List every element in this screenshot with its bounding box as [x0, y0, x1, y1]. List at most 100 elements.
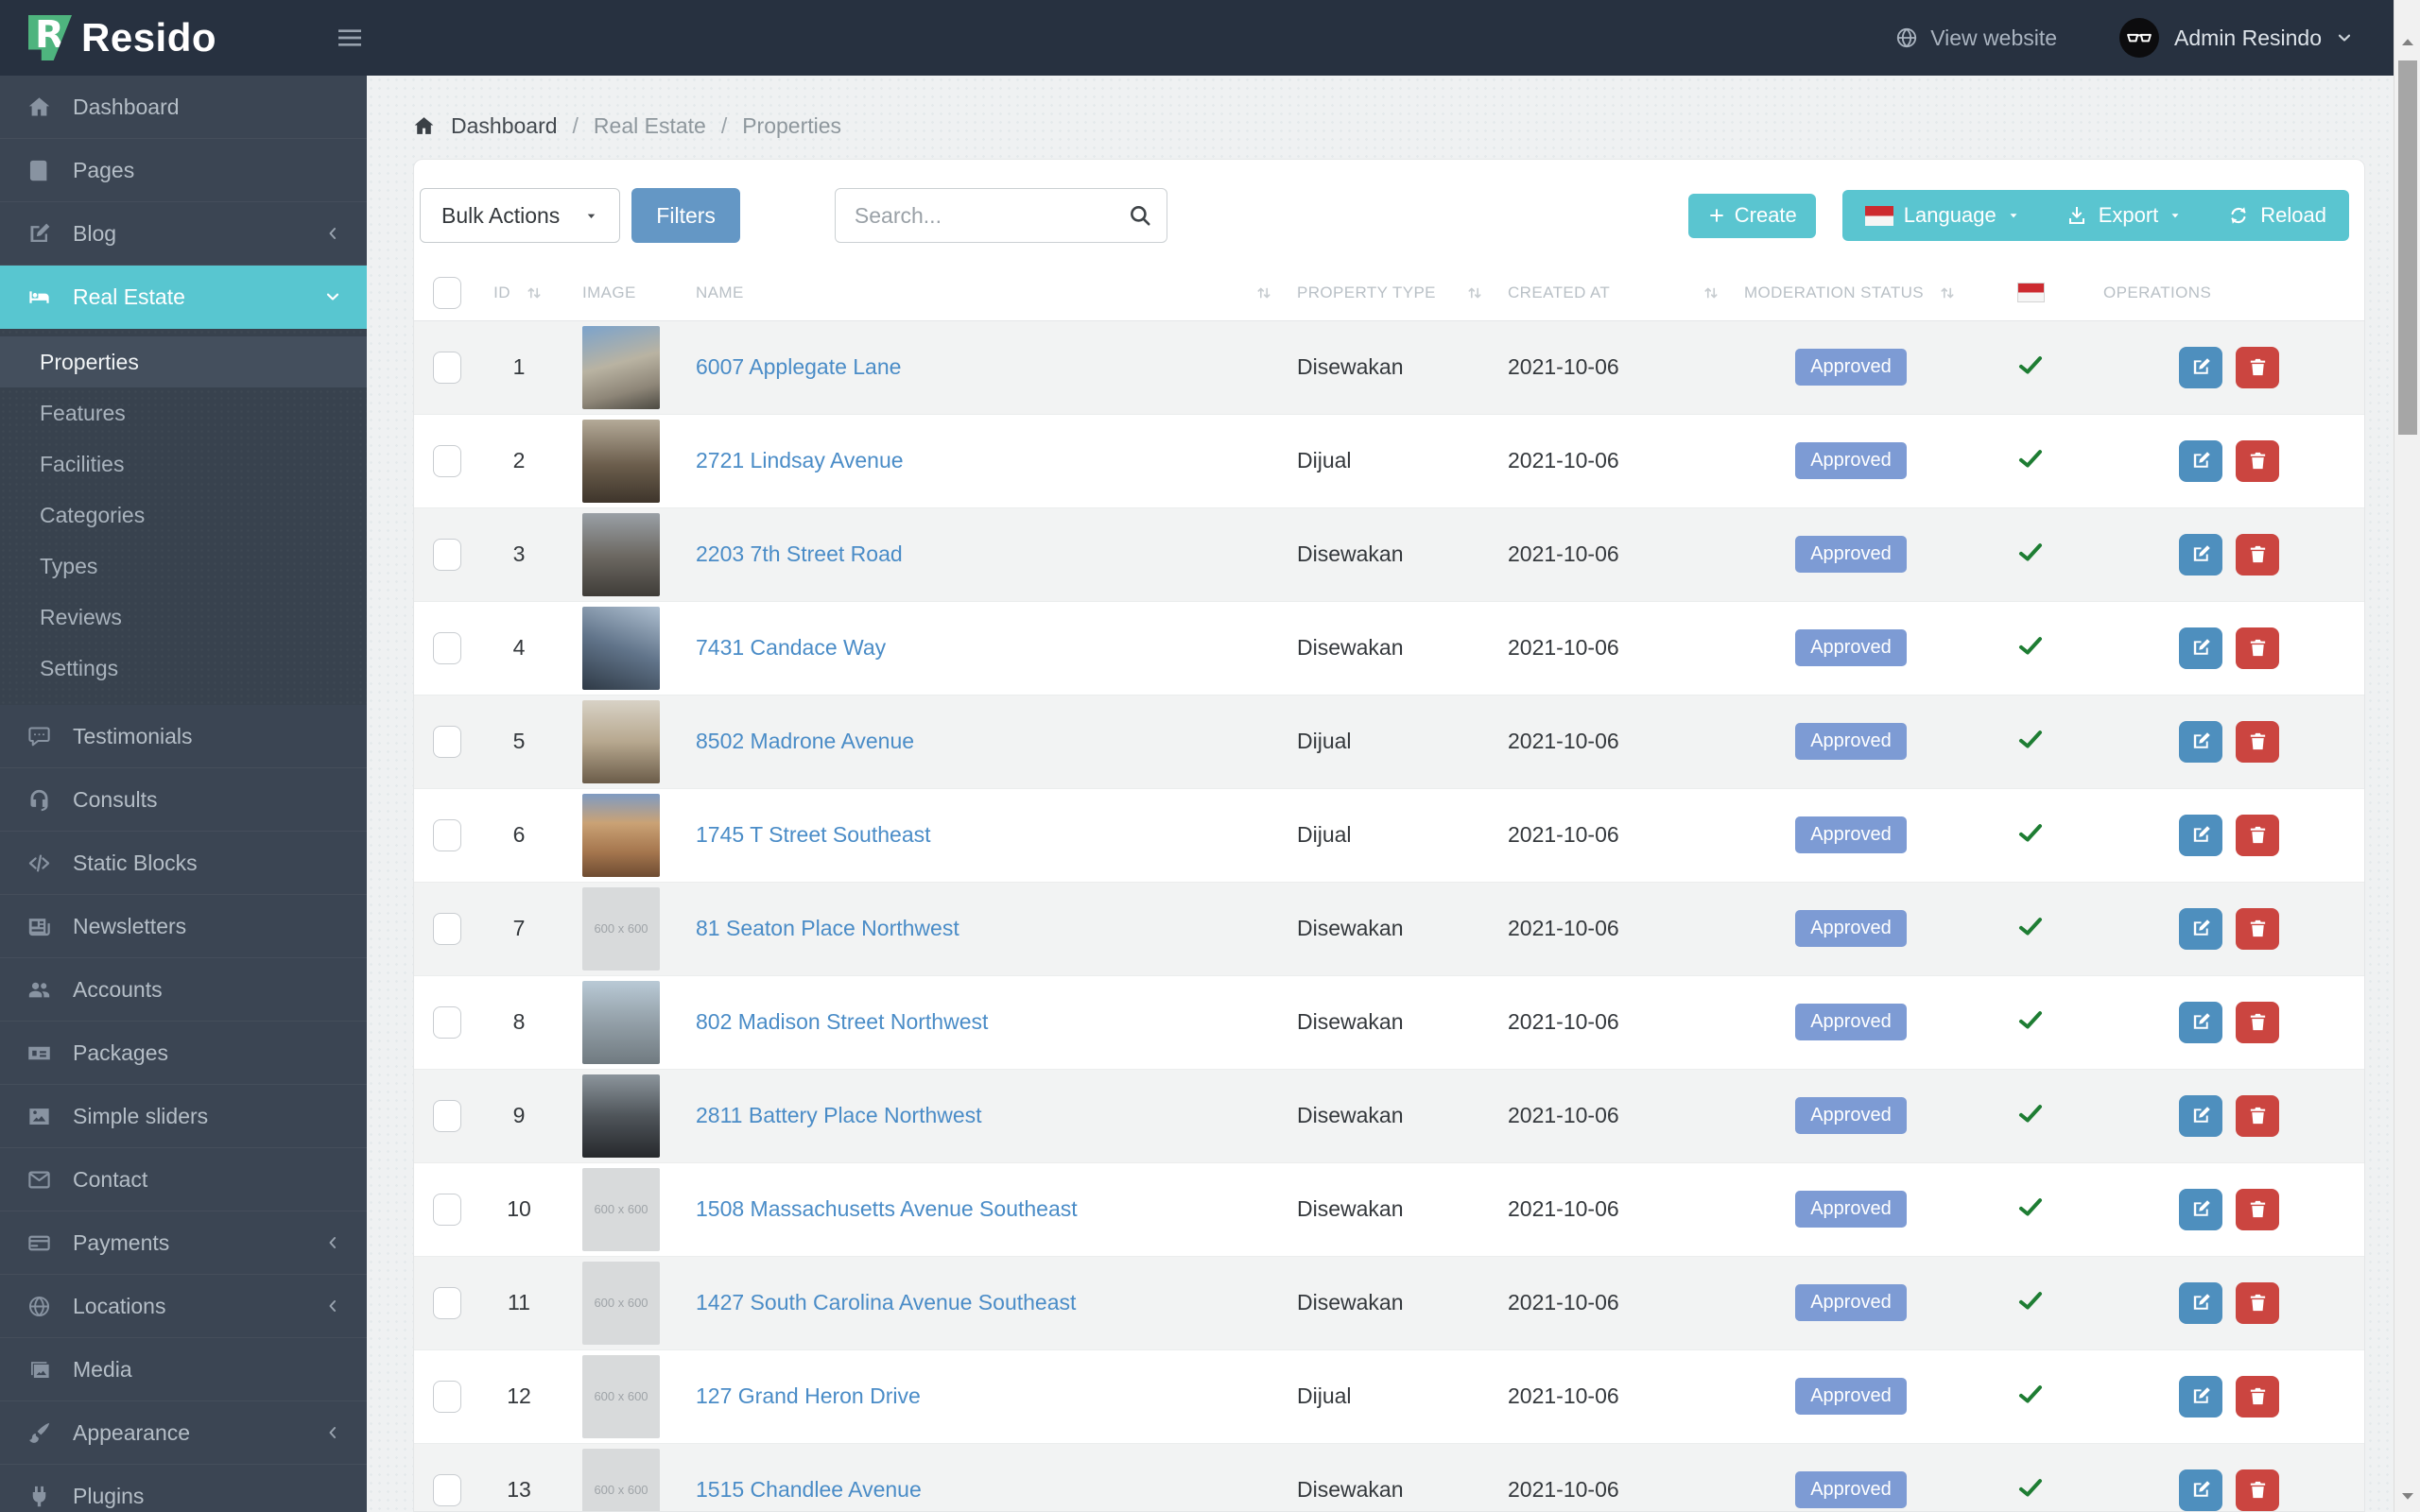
delete-button[interactable] [2236, 1282, 2279, 1324]
sidebar-item-appearance[interactable]: Appearance [0, 1401, 367, 1465]
property-name-link[interactable]: 127 Grand Heron Drive [696, 1383, 921, 1408]
submenu-item-types[interactable]: Types [0, 541, 367, 592]
sidebar-item-plugins[interactable]: Plugins [0, 1465, 367, 1512]
column-header-property_type[interactable]: PROPERTY TYPE [1286, 266, 1496, 320]
search-icon[interactable] [1128, 203, 1152, 228]
sidebar-item-dashboard[interactable]: Dashboard [0, 76, 367, 139]
sidebar-item-contact[interactable]: Contact [0, 1148, 367, 1211]
submenu-item-reviews[interactable]: Reviews [0, 592, 367, 643]
row-checkbox[interactable] [433, 352, 461, 384]
property-name-link[interactable]: 2811 Battery Place Northwest [696, 1103, 982, 1127]
delete-button[interactable] [2236, 908, 2279, 950]
sort-icon[interactable] [524, 283, 544, 303]
property-name-link[interactable]: 81 Seaton Place Northwest [696, 916, 959, 940]
delete-button[interactable] [2236, 721, 2279, 763]
sort-icon[interactable] [1701, 283, 1721, 303]
breadcrumb-item-real-estate[interactable]: Real Estate [594, 113, 706, 139]
sidebar-item-newsletters[interactable]: Newsletters [0, 895, 367, 958]
property-name-link[interactable]: 2721 Lindsay Avenue [696, 448, 904, 472]
edit-button[interactable] [2179, 1469, 2222, 1511]
sort-icon[interactable] [1253, 283, 1274, 303]
filters-button[interactable]: Filters [631, 188, 740, 243]
delete-button[interactable] [2236, 1189, 2279, 1230]
view-website-link[interactable]: View website [1894, 26, 2057, 51]
sidebar-item-packages[interactable]: Packages [0, 1022, 367, 1085]
user-menu[interactable]: Admin Resindo [2119, 18, 2354, 58]
row-checkbox[interactable] [433, 1287, 461, 1319]
row-checkbox[interactable] [433, 539, 461, 571]
sidebar-item-blog[interactable]: Blog [0, 202, 367, 266]
edit-button[interactable] [2179, 1002, 2222, 1043]
column-header-id[interactable]: ID [467, 266, 571, 320]
scrollbar-thumb[interactable] [2398, 60, 2417, 435]
delete-button[interactable] [2236, 1095, 2279, 1137]
scroll-down-arrow[interactable] [2399, 1487, 2416, 1504]
property-name-link[interactable]: 802 Madison Street Northwest [696, 1009, 988, 1034]
hamburger-menu-icon[interactable] [331, 23, 369, 53]
property-name-link[interactable]: 1427 South Carolina Avenue Southeast [696, 1290, 1076, 1314]
edit-button[interactable] [2179, 1189, 2222, 1230]
property-name-link[interactable]: 1745 T Street Southeast [696, 822, 931, 847]
sidebar-item-payments[interactable]: Payments [0, 1211, 367, 1275]
delete-button[interactable] [2236, 347, 2279, 388]
sidebar-item-accounts[interactable]: Accounts [0, 958, 367, 1022]
property-name-link[interactable]: 2203 7th Street Road [696, 541, 903, 566]
delete-button[interactable] [2236, 627, 2279, 669]
create-button[interactable]: Create [1688, 194, 1816, 238]
property-name-link[interactable]: 6007 Applegate Lane [696, 354, 901, 379]
sidebar-item-real-estate[interactable]: Real Estate [0, 266, 367, 329]
edit-button[interactable] [2179, 1095, 2222, 1137]
property-name-link[interactable]: 8502 Madrone Avenue [696, 729, 914, 753]
bulk-actions-button[interactable]: Bulk Actions [420, 188, 620, 243]
sidebar-item-simple-sliders[interactable]: Simple sliders [0, 1085, 367, 1148]
edit-button[interactable] [2179, 347, 2222, 388]
property-name-link[interactable]: 7431 Candace Way [696, 635, 886, 660]
edit-button[interactable] [2179, 1282, 2222, 1324]
row-checkbox[interactable] [433, 445, 461, 477]
row-checkbox[interactable] [433, 819, 461, 851]
delete-button[interactable] [2236, 1376, 2279, 1418]
column-header-name[interactable]: NAME [684, 266, 1286, 320]
edit-button[interactable] [2179, 1376, 2222, 1418]
delete-button[interactable] [2236, 1469, 2279, 1511]
edit-button[interactable] [2179, 908, 2222, 950]
scroll-up-arrow[interactable] [2399, 34, 2416, 51]
delete-button[interactable] [2236, 815, 2279, 856]
edit-button[interactable] [2179, 440, 2222, 482]
delete-button[interactable] [2236, 534, 2279, 576]
column-header-moderation_status[interactable]: MODERATION STATUS [1733, 266, 1969, 320]
sidebar-item-static-blocks[interactable]: Static Blocks [0, 832, 367, 895]
property-name-link[interactable]: 1515 Chandlee Avenue [696, 1477, 922, 1502]
edit-button[interactable] [2179, 534, 2222, 576]
edit-button[interactable] [2179, 721, 2222, 763]
row-checkbox[interactable] [433, 913, 461, 945]
breadcrumb-item-dashboard[interactable]: Dashboard [451, 113, 558, 139]
submenu-item-categories[interactable]: Categories [0, 490, 367, 541]
sort-icon[interactable] [1464, 283, 1485, 303]
sidebar-item-pages[interactable]: Pages [0, 139, 367, 202]
sort-icon[interactable] [1937, 283, 1958, 303]
sidebar-item-media[interactable]: Media [0, 1338, 367, 1401]
delete-button[interactable] [2236, 440, 2279, 482]
export-button[interactable]: Export [2043, 190, 2205, 241]
property-name-link[interactable]: 1508 Massachusetts Avenue Southeast [696, 1196, 1078, 1221]
submenu-item-features[interactable]: Features [0, 387, 367, 438]
submenu-item-settings[interactable]: Settings [0, 643, 367, 694]
row-checkbox[interactable] [433, 1194, 461, 1226]
row-checkbox[interactable] [433, 726, 461, 758]
row-checkbox[interactable] [433, 1381, 461, 1413]
select-all-checkbox[interactable] [433, 277, 461, 309]
submenu-item-properties[interactable]: Properties [0, 336, 367, 387]
row-checkbox[interactable] [433, 632, 461, 664]
sidebar-item-testimonials[interactable]: Testimonials [0, 705, 367, 768]
row-checkbox[interactable] [433, 1006, 461, 1039]
column-header-created_at[interactable]: CREATED AT [1496, 266, 1733, 320]
reload-button[interactable]: Reload [2204, 190, 2349, 241]
sidebar-item-locations[interactable]: Locations [0, 1275, 367, 1338]
edit-button[interactable] [2179, 815, 2222, 856]
row-checkbox[interactable] [433, 1100, 461, 1132]
delete-button[interactable] [2236, 1002, 2279, 1043]
submenu-item-facilities[interactable]: Facilities [0, 438, 367, 490]
row-checkbox[interactable] [433, 1474, 461, 1506]
language-button[interactable]: Language [1842, 190, 2043, 241]
